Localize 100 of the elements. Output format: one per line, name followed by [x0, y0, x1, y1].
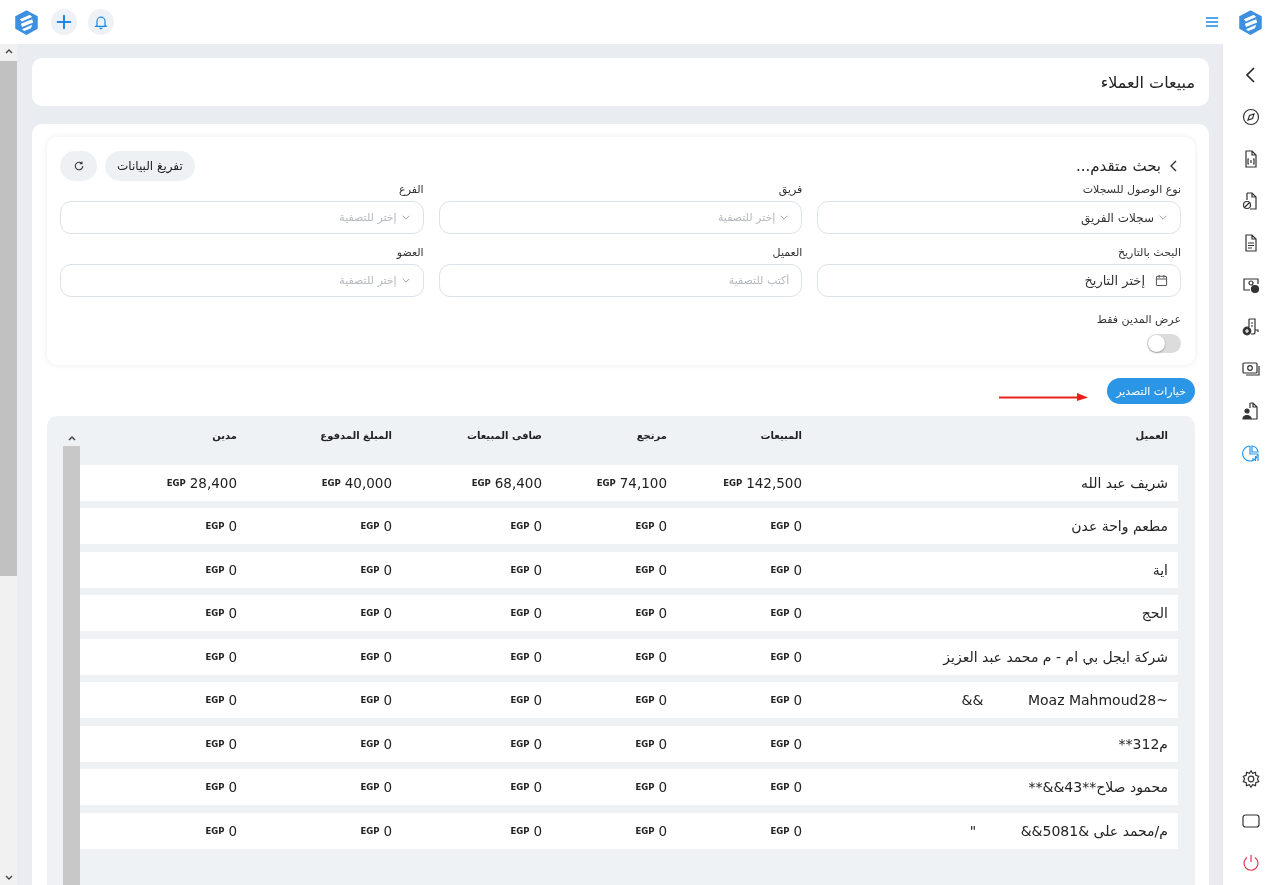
table-cell: EGP 0: [80, 812, 245, 849]
dropdown-field[interactable]: سجلات الفريق: [817, 201, 1181, 234]
document-user-icon[interactable]: [1240, 401, 1261, 421]
table-cell: EGP 28,400: [80, 464, 245, 501]
table-cell: EGP 0: [245, 725, 400, 762]
chevron-up-icon[interactable]: [3, 47, 14, 55]
table-cell: EGP 0: [400, 812, 550, 849]
table-cell: EGP 0: [675, 769, 810, 805]
notifications-button[interactable]: [88, 9, 114, 35]
table-cell: EGP 0: [80, 595, 245, 631]
toggle-switch[interactable]: [1147, 334, 1181, 353]
plus-icon: [55, 13, 73, 31]
advanced-search-toggle[interactable]: بحث متقدم...: [1074, 157, 1181, 175]
table-cell: EGP 0: [245, 812, 400, 849]
field-label: العضو: [395, 246, 424, 259]
table-cell: EGP 0: [675, 812, 810, 849]
chevron-down-icon: [779, 214, 790, 221]
table-cell: شريف عبد الله: [810, 464, 1178, 501]
table-cell: EGP 0: [80, 769, 245, 805]
table-cell: EGP 0: [400, 769, 550, 805]
chevron-down-icon: [1158, 214, 1168, 221]
table-cell: EGP 0: [550, 508, 675, 544]
field-label: فريق: [777, 183, 803, 196]
logo-icon[interactable]: [13, 8, 40, 36]
field-label: الفرع: [398, 183, 424, 196]
table-cell: EGP 0: [245, 638, 400, 675]
column-header[interactable]: مرتجع: [550, 430, 675, 441]
chevron-down-icon[interactable]: [3, 874, 14, 882]
table-cell: م312**: [810, 725, 1178, 762]
window-icon[interactable]: [1240, 811, 1261, 831]
settings-icon[interactable]: [1240, 769, 1261, 789]
table-cell: اية: [810, 551, 1178, 588]
power-icon[interactable]: [1240, 853, 1261, 873]
table-cell: EGP 0: [80, 508, 245, 544]
table-cell: EGP 74,100: [550, 464, 675, 501]
logo-icon[interactable]: [1237, 8, 1264, 36]
toggle-label: عرض المدين فقط: [1096, 313, 1181, 326]
table-cell: م/محمد على &5081&& ": [810, 812, 1178, 849]
table-cell: EGP 0: [400, 551, 550, 588]
field-label: البحث بالتاريخ: [1116, 246, 1181, 259]
certificate-star-icon[interactable]: [1240, 275, 1261, 295]
table-cell: EGP 0: [550, 725, 675, 762]
chevron-up-icon[interactable]: [66, 434, 77, 442]
add-button[interactable]: [51, 9, 77, 35]
column-header[interactable]: المبيعات: [675, 430, 810, 441]
table-cell: EGP 40,000: [245, 464, 400, 501]
cash-icon[interactable]: [1240, 359, 1261, 379]
table-cell: EGP 142,500: [675, 464, 810, 501]
table-cell: EGP 0: [550, 551, 675, 588]
table-cell: الحج: [810, 595, 1178, 631]
table-cell: EGP 0: [400, 595, 550, 631]
table-cell: EGP 0: [675, 638, 810, 675]
table-cell: EGP 0: [675, 595, 810, 631]
column-header[interactable]: مدين: [80, 430, 245, 441]
calendar-icon: [1155, 274, 1168, 287]
table-cell: EGP 0: [550, 638, 675, 675]
table-cell: EGP 0: [675, 508, 810, 544]
table-cell: EGP 0: [80, 725, 245, 762]
table-cell: EGP 0: [550, 769, 675, 805]
compass-icon[interactable]: [1240, 107, 1261, 127]
table-cell: EGP 0: [550, 682, 675, 718]
table-cell: EGP 0: [675, 682, 810, 718]
clear-data-button[interactable]: تفريغ البيانات: [105, 151, 195, 181]
refresh-icon: [72, 160, 85, 172]
bell-icon: [93, 14, 109, 30]
column-header[interactable]: المبلغ المدفوع: [245, 430, 400, 441]
table-cell: EGP 0: [245, 508, 400, 544]
date-field[interactable]: إختر التاريخ: [817, 264, 1181, 297]
table-cell: EGP 0: [80, 682, 245, 718]
table-cell: مطعم واحة عدن: [810, 508, 1178, 544]
table-cell: EGP 0: [400, 682, 550, 718]
chevron-icon: [1169, 159, 1179, 173]
scrollbar[interactable]: [0, 44, 17, 885]
column-header[interactable]: العميل: [810, 430, 1178, 441]
table-cell: EGP 0: [400, 638, 550, 675]
table-cell: EGP 0: [245, 769, 400, 805]
chevron-down-icon: [400, 277, 411, 284]
table-cell: EGP 0: [550, 812, 675, 849]
table-cell: EGP 0: [400, 725, 550, 762]
table-cell: EGP 0: [80, 551, 245, 588]
pie-chart-icon[interactable]: [1240, 443, 1261, 463]
table-cell: شركة ايجل بي ام - م محمد عبد العزيز: [810, 638, 1178, 675]
chevron-down-icon: [400, 214, 411, 221]
field-label: نوع الوصول للسجلات: [1081, 183, 1181, 196]
table-cell: EGP 68,400: [400, 464, 550, 501]
menu-icon[interactable]: [1205, 16, 1219, 28]
table-cell: EGP 0: [80, 638, 245, 675]
table-cell: EGP 0: [400, 508, 550, 544]
column-header[interactable]: صافى المبيعات: [400, 430, 550, 441]
table-cell: EGP 0: [675, 725, 810, 762]
table-cell: محمود صلاح**43&&**: [810, 769, 1178, 805]
table-cell: EGP 0: [675, 551, 810, 588]
refresh-button[interactable]: [60, 151, 97, 181]
document-add-icon[interactable]: [1240, 317, 1261, 337]
field-label: العميل: [771, 246, 803, 259]
table-cell: EGP 0: [550, 595, 675, 631]
table-cell: EGP 0: [245, 595, 400, 631]
page-title: مبيعات العملاء: [1100, 72, 1195, 92]
table-cell: ~Moaz Mahmoud28 &&: [810, 682, 1178, 718]
table-cell: EGP 0: [245, 551, 400, 588]
